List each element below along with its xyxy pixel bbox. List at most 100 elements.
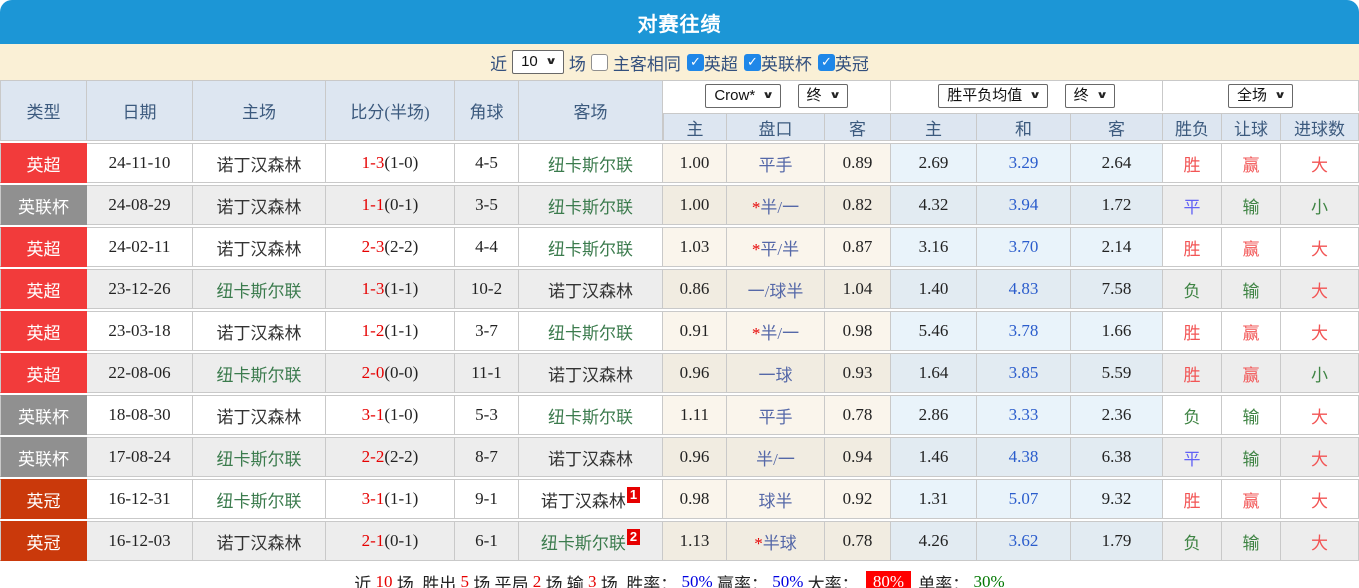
table-row: 英超22-08-06纽卡斯尔联2-0(0-0)11-1诺丁汉森林0.96一球0.… <box>0 353 1359 393</box>
avg-away-odds: 5.59 <box>1071 353 1163 393</box>
summary-segment: 赢率： <box>713 570 773 588</box>
corners: 9-1 <box>455 479 519 519</box>
home-odds: 0.86 <box>663 269 727 309</box>
home-team: 纽卡斯尔联 <box>193 353 326 393</box>
away-team: 纽卡斯尔联 <box>519 311 663 351</box>
chevron-down-icon: ∨ <box>1274 86 1286 106</box>
league-checkbox-0[interactable]: ✓ <box>687 54 704 71</box>
handicap-result-indicator: 赢 <box>1222 227 1281 267</box>
avg-home-odds: 1.64 <box>891 353 977 393</box>
goals-result-indicator: 大 <box>1281 311 1359 351</box>
avg-type-select[interactable]: 胜平负均值 ∨ <box>938 84 1048 108</box>
home-odds: 1.00 <box>663 143 727 183</box>
away-team: 纽卡斯尔联 <box>519 143 663 183</box>
avg-draw-odds: 3.70 <box>977 227 1071 267</box>
handicap-line: *半球 <box>727 521 825 561</box>
summary-segment: 30% <box>974 572 1005 588</box>
sub-header-result: 胜负 <box>1163 113 1222 141</box>
home-odds: 1.00 <box>663 185 727 225</box>
chevron-down-icon: ∨ <box>762 86 774 106</box>
match-date: 16-12-31 <box>87 479 193 519</box>
goals-result-indicator: 大 <box>1281 521 1359 561</box>
table-row: 英超24-11-10诺丁汉森林1-3(1-0)4-5纽卡斯尔联1.00平手0.8… <box>0 143 1359 183</box>
home-odds: 0.96 <box>663 353 727 393</box>
summary-segment: 场,平局 <box>469 570 533 588</box>
home-odds: 0.98 <box>663 479 727 519</box>
summary-segment: 大率： <box>803 570 863 588</box>
league-checkbox-1[interactable]: ✓ <box>744 54 761 71</box>
team-note-badge: 1 <box>627 487 640 503</box>
team-note-badge: 2 <box>627 529 640 545</box>
match-count-select[interactable]: 10 ∨ <box>512 50 564 74</box>
odds-company-select[interactable]: Crow* ∨ <box>705 84 781 108</box>
avg-draw-odds: 3.85 <box>977 353 1071 393</box>
league-label-2[interactable]: 英冠 <box>835 50 869 75</box>
match-date: 22-08-06 <box>87 353 193 393</box>
league-type-badge: 英超 <box>0 143 87 183</box>
score: 1-2(1-1) <box>326 311 455 351</box>
near-label: 近 <box>490 50 507 75</box>
avg-draw-odds: 4.83 <box>977 269 1071 309</box>
chevron-down-icon: ∨ <box>829 86 841 106</box>
avg-time-value: 终 <box>1074 86 1089 106</box>
home-team: 纽卡斯尔联 <box>193 437 326 477</box>
odds-time-value: 终 <box>807 86 822 106</box>
summary-segment: 2 <box>533 572 542 588</box>
odds-time-select[interactable]: 终 ∨ <box>798 84 848 108</box>
header-row-groups: 类型 日期 主场 比分(半场) 角球 客场 Crow* ∨ 终 ∨ <box>0 80 1359 111</box>
league-label-0[interactable]: 英超 <box>704 50 738 75</box>
goals-result-indicator: 大 <box>1281 143 1359 183</box>
col-header-date: 日期 <box>87 80 193 141</box>
result-indicator: 胜 <box>1163 479 1222 519</box>
filter-bar: 近 10 ∨ 场 主客相同 ✓英超✓英联杯✓英冠 <box>0 44 1359 80</box>
match-date: 23-03-18 <box>87 311 193 351</box>
score: 2-0(0-0) <box>326 353 455 393</box>
col-header-home: 主场 <box>193 80 326 141</box>
summary-bar: 近 10 场, 胜出 5 场,平局 2 场,输 3 场, 胜率： 50% 赢率：… <box>0 563 1359 588</box>
avg-draw-odds: 3.94 <box>977 185 1071 225</box>
scope-select[interactable]: 全场 ∨ <box>1228 84 1293 108</box>
handicap-line: 平手 <box>727 395 825 435</box>
summary-segment: 3 <box>588 572 597 588</box>
table-row: 英冠16-12-31纽卡斯尔联3-1(1-1)9-1诺丁汉森林10.98球半0.… <box>0 479 1359 519</box>
col-header-type: 类型 <box>0 80 87 141</box>
league-filter-item: ✓英超 <box>687 50 738 75</box>
match-count-value: 10 <box>521 52 538 72</box>
result-indicator: 负 <box>1163 521 1222 561</box>
match-date: 17-08-24 <box>87 437 193 477</box>
avg-home-odds: 4.32 <box>891 185 977 225</box>
avg-time-select[interactable]: 终 ∨ <box>1065 84 1115 108</box>
result-indicator: 平 <box>1163 185 1222 225</box>
table-row: 英联杯17-08-24纽卡斯尔联2-2(2-2)8-7诺丁汉森林0.96半/一0… <box>0 437 1359 477</box>
same-venue-checkbox[interactable] <box>591 54 608 71</box>
handicap-line: 半/一 <box>727 437 825 477</box>
sub-header-avg-draw: 和 <box>977 113 1071 141</box>
handicap-line: 一/球半 <box>727 269 825 309</box>
handicap-result-indicator: 输 <box>1222 185 1281 225</box>
summary-segment: 50% <box>682 572 713 588</box>
avg-home-odds: 1.46 <box>891 437 977 477</box>
league-label-1[interactable]: 英联杯 <box>761 50 812 75</box>
handicap-result-indicator: 赢 <box>1222 311 1281 351</box>
away-team: 诺丁汉森林 <box>519 437 663 477</box>
away-odds: 0.87 <box>825 227 891 267</box>
handicap-line: *半/一 <box>727 185 825 225</box>
away-odds: 0.98 <box>825 311 891 351</box>
home-team: 纽卡斯尔联 <box>193 269 326 309</box>
same-venue-label[interactable]: 主客相同 <box>613 50 681 75</box>
score: 3-1(1-0) <box>326 395 455 435</box>
avg-home-odds: 4.26 <box>891 521 977 561</box>
league-type-badge: 英联杯 <box>0 185 87 225</box>
handicap-line: 球半 <box>727 479 825 519</box>
home-odds: 1.13 <box>663 521 727 561</box>
handicap-result-indicator: 输 <box>1222 269 1281 309</box>
handicap-line: 一球 <box>727 353 825 393</box>
league-type-badge: 英冠 <box>0 521 87 561</box>
away-team: 纽卡斯尔联2 <box>519 521 663 561</box>
avg-home-odds: 3.16 <box>891 227 977 267</box>
result-indicator: 负 <box>1163 269 1222 309</box>
league-checkbox-2[interactable]: ✓ <box>818 54 835 71</box>
corners: 5-3 <box>455 395 519 435</box>
league-type-badge: 英超 <box>0 269 87 309</box>
avg-draw-odds: 3.62 <box>977 521 1071 561</box>
